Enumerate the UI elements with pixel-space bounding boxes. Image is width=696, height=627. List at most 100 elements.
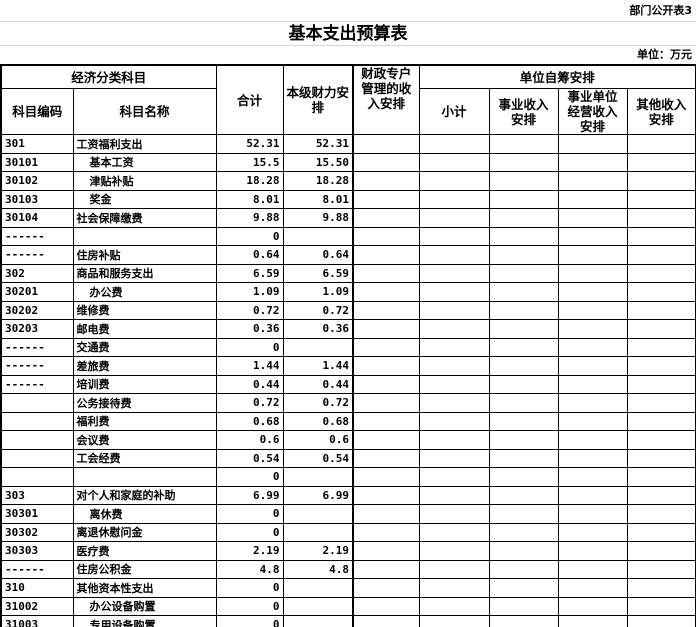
cell-empty[interactable] [626,522,696,542]
cell-level[interactable]: 0.36 [282,319,355,339]
cell-empty[interactable] [352,596,420,616]
cell-empty[interactable] [418,226,490,246]
cell-name[interactable]: 会议费 [72,430,217,450]
cell-empty[interactable] [352,393,420,413]
cell-code[interactable] [0,467,74,487]
cell-code[interactable]: 30202 [0,300,74,320]
cell-total[interactable]: 0.36 [215,319,284,339]
cell-level[interactable]: 52.31 [282,134,355,154]
cell-empty[interactable] [418,374,490,394]
cell-level[interactable] [282,522,355,542]
cell-name[interactable] [72,467,217,487]
cell-empty[interactable] [352,152,420,172]
cell-empty[interactable] [418,504,490,524]
cell-empty[interactable] [557,411,628,431]
cell-name[interactable]: 差旅费 [72,356,217,376]
cell-code[interactable]: 30303 [0,541,74,561]
cell-code[interactable] [0,393,74,413]
cell-empty[interactable] [626,541,696,561]
cell-empty[interactable] [418,171,490,191]
cell-total[interactable]: 4.8 [215,559,284,579]
cell-total[interactable]: 2.19 [215,541,284,561]
cell-empty[interactable] [352,171,420,191]
cell-empty[interactable] [557,189,628,209]
cell-name[interactable]: 奖金 [72,189,217,209]
cell-total[interactable]: 1.44 [215,356,284,376]
cell-empty[interactable] [352,263,420,283]
cell-total[interactable]: 0 [215,226,284,246]
cell-empty[interactable] [418,208,490,228]
cell-empty[interactable] [352,319,420,339]
cell-total[interactable]: 0.6 [215,430,284,450]
cell-total[interactable]: 0 [215,467,284,487]
cell-level[interactable]: 6.99 [282,485,355,505]
cell-empty[interactable] [418,467,490,487]
cell-name[interactable]: 福利费 [72,411,217,431]
cell-empty[interactable] [418,245,490,265]
cell-empty[interactable] [488,374,559,394]
cell-level[interactable]: 0.54 [282,448,355,468]
cell-empty[interactable] [488,245,559,265]
cell-empty[interactable] [626,152,696,172]
cell-name[interactable]: 医疗费 [72,541,217,561]
cell-empty[interactable] [557,374,628,394]
cell-empty[interactable] [352,300,420,320]
cell-empty[interactable] [626,356,696,376]
cell-empty[interactable] [557,300,628,320]
cell-empty[interactable] [626,411,696,431]
cell-empty[interactable] [626,430,696,450]
cell-name[interactable]: 商品和服务支出 [72,263,217,283]
cell-level[interactable]: 1.09 [282,282,355,302]
cell-empty[interactable] [557,541,628,561]
cell-empty[interactable] [488,319,559,339]
cell-empty[interactable] [352,411,420,431]
cell-total[interactable]: 1.09 [215,282,284,302]
cell-code[interactable]: 30201 [0,282,74,302]
cell-name[interactable]: 住房补贴 [72,245,217,265]
cell-code[interactable]: 303 [0,485,74,505]
cell-empty[interactable] [418,282,490,302]
cell-name[interactable]: 办公设备购置 [72,596,217,616]
cell-level[interactable]: 2.19 [282,541,355,561]
cell-empty[interactable] [352,522,420,542]
cell-level[interactable]: 0.64 [282,245,355,265]
cell-total[interactable]: 0.64 [215,245,284,265]
cell-empty[interactable] [418,615,490,627]
cell-total[interactable]: 9.88 [215,208,284,228]
cell-empty[interactable] [557,467,628,487]
cell-name[interactable]: 社会保障缴费 [72,208,217,228]
cell-level[interactable]: 0.44 [282,374,355,394]
cell-empty[interactable] [418,263,490,283]
cell-code[interactable]: ------ [0,559,74,579]
cell-empty[interactable] [352,374,420,394]
cell-empty[interactable] [626,189,696,209]
cell-code[interactable]: 30104 [0,208,74,228]
cell-code[interactable]: ------ [0,226,74,246]
cell-empty[interactable] [352,226,420,246]
cell-name[interactable]: 邮电费 [72,319,217,339]
cell-empty[interactable] [352,282,420,302]
cell-empty[interactable] [557,134,628,154]
cell-code[interactable]: ------ [0,245,74,265]
cell-empty[interactable] [352,430,420,450]
cell-empty[interactable] [488,208,559,228]
cell-empty[interactable] [418,430,490,450]
cell-total[interactable]: 0.44 [215,374,284,394]
cell-level[interactable]: 18.28 [282,171,355,191]
cell-empty[interactable] [488,337,559,357]
cell-empty[interactable] [626,263,696,283]
cell-level[interactable]: 4.8 [282,559,355,579]
cell-code[interactable]: 30301 [0,504,74,524]
cell-empty[interactable] [352,337,420,357]
cell-empty[interactable] [488,393,559,413]
cell-name[interactable]: 离退休慰问金 [72,522,217,542]
cell-level[interactable]: 0.68 [282,411,355,431]
cell-empty[interactable] [557,559,628,579]
cell-name[interactable]: 专用设备购置 [72,615,217,627]
cell-level[interactable] [282,337,355,357]
cell-empty[interactable] [418,319,490,339]
cell-total[interactable]: 0 [215,522,284,542]
cell-empty[interactable] [352,189,420,209]
cell-empty[interactable] [557,208,628,228]
cell-empty[interactable] [557,430,628,450]
